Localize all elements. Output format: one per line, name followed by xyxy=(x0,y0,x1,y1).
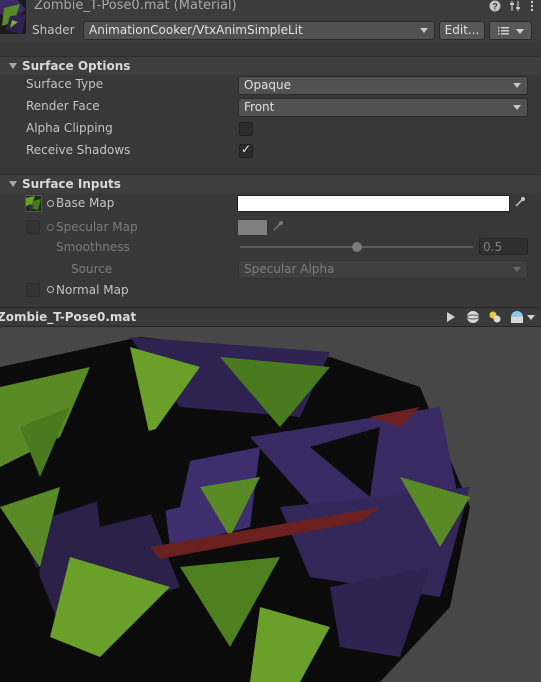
material-thumbnail-icon xyxy=(0,0,26,34)
texture-thumbnail-icon xyxy=(26,196,41,211)
presets-icon[interactable] xyxy=(509,0,521,15)
foldout-arrow-icon xyxy=(9,63,17,69)
surface-type-dropdown[interactable]: Opaque xyxy=(238,76,528,95)
render-face-label: Render Face xyxy=(26,99,100,113)
skybox-icon[interactable] xyxy=(509,309,537,325)
material-title: Zombie_T-Pose0.mat (Material) xyxy=(34,0,237,13)
eyedropper-icon[interactable] xyxy=(514,196,528,210)
light-icon[interactable] xyxy=(487,309,503,325)
chevron-down-icon xyxy=(420,28,428,33)
chevron-down-icon xyxy=(513,267,521,272)
alpha-clipping-label: Alpha Clipping xyxy=(26,121,113,135)
eyedropper-icon[interactable] xyxy=(272,220,286,234)
render-face-dropdown[interactable]: Front xyxy=(238,98,528,117)
material-preview-viewport[interactable] xyxy=(0,327,541,682)
list-menu-icon xyxy=(497,27,524,35)
smoothness-slider-handle[interactable] xyxy=(351,242,362,252)
preview-toolbar: Zombie_T-Pose0.mat xyxy=(0,307,541,327)
keyword-toggle-icon xyxy=(47,224,54,231)
render-face-value: Front xyxy=(244,100,275,114)
svg-text:?: ? xyxy=(492,2,498,12)
source-value: Specular Alpha xyxy=(244,262,335,276)
normal-map-texture-slot[interactable] xyxy=(26,283,40,297)
kebab-menu-icon[interactable] xyxy=(529,0,535,15)
preview-mesh xyxy=(0,337,470,682)
shader-dropdown[interactable]: AnimationCooker/VtxAnimSimpleLit xyxy=(83,21,435,40)
receive-shadows-label: Receive Shadows xyxy=(26,143,131,157)
base-map-texture-slot[interactable] xyxy=(25,195,42,212)
preview-title: Zombie_T-Pose0.mat xyxy=(0,310,137,324)
material-header: Zombie_T-Pose0.mat (Material) ? Shader A… xyxy=(0,0,541,43)
foldout-arrow-icon xyxy=(9,181,17,187)
preview-icons xyxy=(443,309,537,325)
play-icon[interactable] xyxy=(443,309,459,325)
surface-options-title: Surface Options xyxy=(22,59,131,73)
normal-map-label: Normal Map xyxy=(56,283,129,297)
surface-options-foldout[interactable]: Surface Options xyxy=(0,56,541,75)
alpha-clipping-checkbox[interactable] xyxy=(239,122,253,136)
specular-map-texture-slot[interactable] xyxy=(26,220,40,234)
chevron-down-icon xyxy=(513,83,521,88)
surface-inputs-title: Surface Inputs xyxy=(22,177,121,191)
surface-type-label: Surface Type xyxy=(26,77,104,91)
base-map-color-field[interactable] xyxy=(237,195,510,212)
keyword-toggle-icon xyxy=(47,200,54,207)
source-label: Source xyxy=(71,262,113,276)
specular-color-field[interactable] xyxy=(237,219,268,236)
help-icon[interactable]: ? xyxy=(489,0,501,15)
header-icons: ? xyxy=(489,0,535,15)
smoothness-label: Smoothness xyxy=(56,240,130,254)
source-dropdown[interactable]: Specular Alpha xyxy=(238,260,528,279)
keyword-toggle-icon xyxy=(47,286,54,293)
receive-shadows-checkbox[interactable]: ✓ xyxy=(239,142,253,158)
base-map-label: Base Map xyxy=(56,196,115,210)
smoothness-value-field[interactable]: 0.5 xyxy=(479,238,528,255)
shader-label: Shader xyxy=(32,23,75,37)
chevron-down-icon xyxy=(513,105,521,110)
shader-options-button[interactable] xyxy=(489,21,532,40)
surface-type-value: Opaque xyxy=(244,78,292,92)
sphere-mesh-icon[interactable] xyxy=(465,309,481,325)
specular-map-label: Specular Map xyxy=(56,220,138,234)
shader-value: AnimationCooker/VtxAnimSimpleLit xyxy=(89,23,303,37)
surface-inputs-foldout[interactable]: Surface Inputs xyxy=(0,174,541,193)
edit-shader-button[interactable]: Edit... xyxy=(439,21,485,40)
checkmark-icon: ✓ xyxy=(241,142,252,156)
